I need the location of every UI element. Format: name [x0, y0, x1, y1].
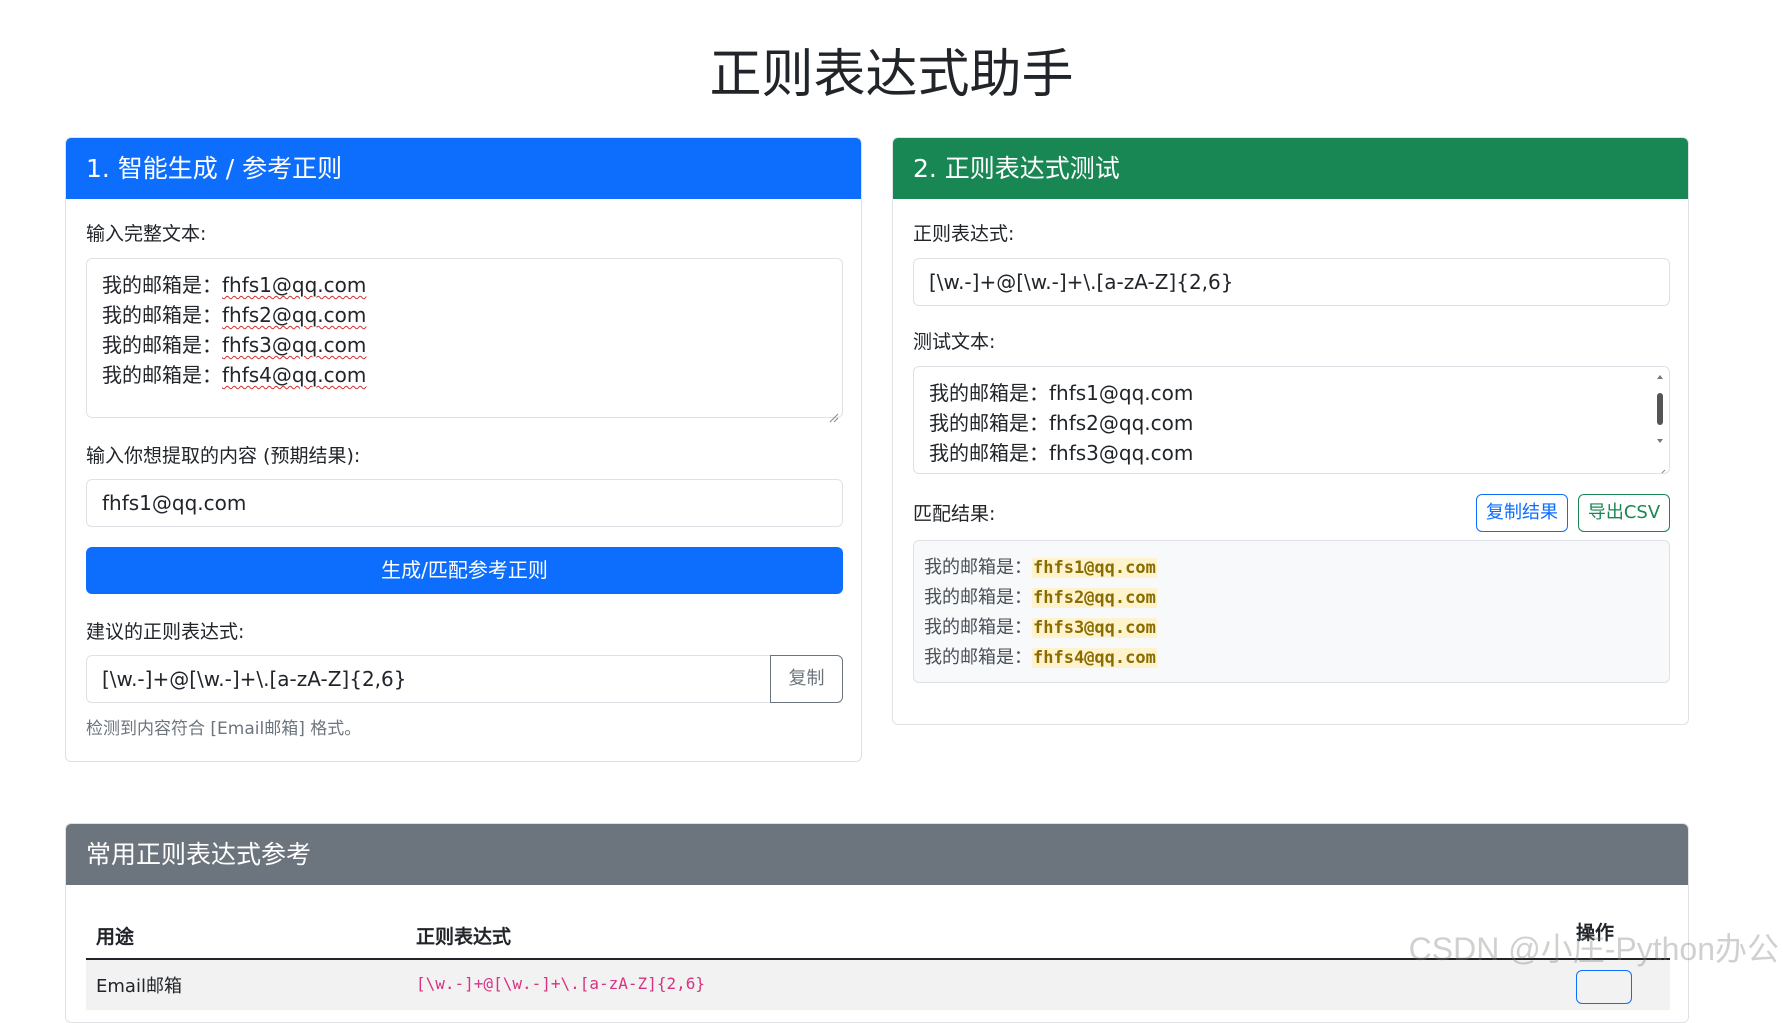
expected-input[interactable]: fhfs1@qq.com	[86, 479, 843, 527]
resize-grip-icon[interactable]	[1656, 460, 1666, 473]
suggested-regex-value: [\w.-]+@[\w.-]+\.[a-zA-Z]{2,6}	[102, 667, 407, 691]
result-match: fhfs4@qq.com	[1032, 648, 1157, 668]
generate-card: 1. 智能生成 / 参考正则 输入完整文本: 我的邮箱是：fhfs1@qq.co…	[65, 137, 862, 762]
row-purpose: Email邮箱	[96, 976, 182, 997]
col-header-regex: 正则表达式	[416, 926, 512, 948]
result-line: 我的邮箱是：fhfs1@qq.com	[924, 553, 1659, 583]
test-text-content: 我的邮箱是：fhfs1@qq.com 我的邮箱是：fhfs2@qq.com 我的邮箱…	[929, 378, 1669, 473]
full-text-line: 我的邮箱是：fhfs2@qq.com	[102, 300, 842, 330]
result-line: 我的邮箱是：fhfs4@qq.com	[924, 643, 1659, 673]
copy-regex-button[interactable]: 复制	[770, 655, 843, 703]
result-prefix: 我的邮箱是：	[924, 557, 1032, 578]
result-match: fhfs1@qq.com	[1032, 558, 1157, 578]
full-text-line: 我的邮箱是：fhfs3@qq.com	[102, 330, 842, 360]
full-text-textarea[interactable]: 我的邮箱是：fhfs1@qq.com 我的邮箱是：fhfs2@qq.com 我的邮箱…	[86, 258, 843, 423]
test-text-line: 我的邮箱是：fhfs1@qq.com	[929, 381, 1194, 405]
expected-label: 输入你想提取的内容 (预期结果):	[86, 445, 361, 467]
regex-label: 正则表达式:	[913, 223, 1015, 245]
regex-input-value: [\w.-]+@[\w.-]+\.[a-zA-Z]{2,6}	[929, 270, 1234, 294]
line-prefix: 我的邮箱是：	[102, 303, 222, 327]
generate-card-header: 1. 智能生成 / 参考正则	[66, 138, 861, 199]
result-prefix: 我的邮箱是：	[924, 647, 1032, 668]
line-email: fhfs2@qq.com	[222, 303, 367, 327]
results-label: 匹配结果:	[913, 503, 996, 525]
reference-card-header: 常用正则表达式参考	[66, 824, 1688, 885]
result-match: fhfs3@qq.com	[1032, 618, 1157, 638]
line-email: fhfs3@qq.com	[222, 333, 367, 357]
line-prefix: 我的邮箱是：	[102, 333, 222, 357]
test-text-line: 我的邮箱是：fhfs2@qq.com	[929, 411, 1194, 435]
full-text-label: 输入完整文本:	[86, 223, 207, 245]
expected-input-value: fhfs1@qq.com	[102, 491, 247, 515]
suggested-label: 建议的正则表达式:	[86, 621, 245, 643]
col-header-purpose: 用途	[96, 926, 135, 948]
result-prefix: 我的邮箱是：	[924, 587, 1032, 608]
export-csv-button[interactable]: 导出CSV	[1578, 494, 1670, 532]
row-regex: [\w.-]+@[\w.-]+\.[a-zA-Z]{2,6}	[416, 974, 705, 993]
test-text-textarea[interactable]: 我的邮箱是：fhfs1@qq.com 我的邮箱是：fhfs2@qq.com 我的邮箱…	[913, 366, 1670, 474]
page-title: 正则表达式助手	[709, 45, 1074, 105]
line-email: fhfs1@qq.com	[222, 273, 367, 297]
result-match: fhfs2@qq.com	[1032, 588, 1157, 608]
result-line: 我的邮箱是：fhfs2@qq.com	[924, 583, 1659, 613]
line-prefix: 我的邮箱是：	[102, 363, 222, 387]
test-card-header: 2. 正则表达式测试	[893, 138, 1688, 199]
watermark: CSDN @小庄-Python办公	[1408, 931, 1779, 967]
result-line: 我的邮箱是：fhfs3@qq.com	[924, 613, 1659, 643]
detect-hint: 检测到内容符合 [Email邮箱] 格式。	[86, 719, 362, 739]
suggested-regex-field[interactable]: [\w.-]+@[\w.-]+\.[a-zA-Z]{2,6}	[86, 655, 771, 703]
copy-results-button[interactable]: 复制结果	[1476, 494, 1568, 532]
generate-button[interactable]: 生成/匹配参考正则	[86, 547, 843, 594]
test-text-line: 我的邮箱是：fhfs4@qq.com	[929, 468, 1669, 473]
line-email: fhfs4@qq.com	[222, 363, 367, 387]
test-card: 2. 正则表达式测试 正则表达式: [\w.-]+@[\w.-]+\.[a-zA…	[892, 137, 1689, 725]
test-text-label: 测试文本:	[913, 331, 996, 353]
resize-grip-icon[interactable]	[829, 404, 839, 423]
test-text-line: 我的邮箱是：fhfs3@qq.com	[929, 441, 1194, 465]
scrollbar[interactable]	[1653, 371, 1667, 447]
match-results: 我的邮箱是：fhfs1@qq.com 我的邮箱是：fhfs2@qq.com 我的邮箱…	[913, 540, 1670, 683]
line-prefix: 我的邮箱是：	[102, 273, 222, 297]
reference-card: 常用正则表达式参考 用途 正则表达式 操作 Email邮箱 [\w.-]+@[\…	[65, 823, 1689, 1023]
full-text-content: 我的邮箱是：fhfs1@qq.com 我的邮箱是：fhfs2@qq.com 我的邮箱…	[102, 270, 842, 390]
row-use-button[interactable]	[1576, 970, 1632, 1004]
result-prefix: 我的邮箱是：	[924, 617, 1032, 638]
regex-input[interactable]: [\w.-]+@[\w.-]+\.[a-zA-Z]{2,6}	[913, 258, 1670, 306]
full-text-line: 我的邮箱是：fhfs1@qq.com	[102, 270, 842, 300]
full-text-line: 我的邮箱是：fhfs4@qq.com	[102, 360, 842, 390]
